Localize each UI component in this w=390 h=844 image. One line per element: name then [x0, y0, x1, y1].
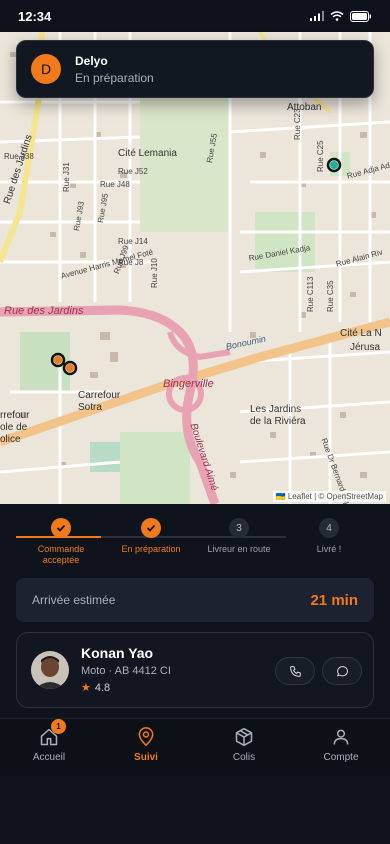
map-label-jardins-riviera: Les Jardins de la Riviéra	[250, 404, 306, 427]
star-icon: ★	[81, 682, 91, 694]
map-label-rue-j31: Rue J31	[62, 162, 71, 192]
notification-text: Delyo En préparation	[75, 54, 154, 85]
notification-badge: 1	[51, 719, 66, 734]
eta-value: 21 min	[310, 591, 358, 609]
order-notification[interactable]: D Delyo En préparation	[16, 40, 374, 98]
map-label-cite-la-n: Cité La N	[340, 328, 382, 339]
tab-label-suivi: Suivi	[134, 752, 158, 763]
step-number-3: 3	[229, 518, 249, 538]
tab-suivi[interactable]: Suivi	[111, 727, 181, 763]
wifi-icon	[330, 11, 344, 21]
home-icon: 1	[39, 719, 66, 747]
status-bar: 12:34	[0, 0, 390, 32]
location-pin-icon	[136, 727, 156, 747]
tab-label-accueil: Accueil	[32, 752, 66, 763]
step-courier-en-route: 3 Livreur en route	[194, 518, 284, 555]
driver-avatar	[31, 651, 69, 689]
map-label-rue-c23: Rue C23	[293, 108, 302, 140]
step-preparation: En préparation	[106, 518, 196, 555]
tab-label-colis: Colis	[232, 752, 256, 763]
tab-compte[interactable]: Compte	[306, 727, 376, 763]
map-label-rue-c35: Rue C35	[326, 280, 335, 312]
map-label-rue-j38: Rue J38	[4, 152, 34, 161]
tab-colis[interactable]: Colis	[209, 727, 279, 763]
step-number-4: 4	[319, 518, 339, 538]
map-label-rue-c113: Rue C113	[306, 276, 315, 312]
map-label-jerusa: Jérusa	[350, 342, 381, 353]
driver-card: Konan Yao Moto · AB 4412 CI ★ 4.8	[16, 632, 374, 708]
step-label-2: En préparation	[121, 544, 181, 554]
battery-icon	[350, 10, 371, 22]
step-delivered: 4 Livré !	[284, 518, 374, 555]
check-icon	[141, 518, 161, 538]
delivery-map[interactable]: Attoban Cité Lemania Rue des Jardins Rue…	[0, 32, 390, 504]
signal-icon	[310, 11, 324, 21]
notification-subtitle: En préparation	[75, 70, 154, 85]
order-progress-stepper: Commande acceptée En préparation 3 Livre…	[16, 518, 374, 574]
user-icon	[331, 727, 351, 747]
chat-icon	[336, 665, 348, 676]
map-label-rue-j52: Rue J52	[118, 167, 148, 176]
eta-card: Arrivée estimée 21 min	[16, 578, 374, 622]
tab-accueil[interactable]: 1 Accueil	[14, 719, 84, 763]
eta-label: Arrivée estimée	[32, 593, 116, 607]
driver-rating-value: 4.8	[94, 681, 111, 694]
call-driver-button[interactable]	[275, 657, 315, 685]
check-icon	[51, 518, 71, 538]
map-label-cite-lemania: Cité Lemania	[118, 148, 177, 159]
driver-name: Konan Yao	[81, 645, 154, 661]
map-label-rue-j10: Rue J10	[150, 258, 159, 288]
phone-icon	[289, 665, 301, 677]
map-attribution[interactable]: 🇺🇦 Leaflet | © OpenStreetMap	[272, 491, 386, 502]
map-label-rue-des-jardins-h: Rue des Jardins	[4, 305, 84, 317]
tab-label-compte: Compte	[323, 752, 359, 763]
map-label-carrefour-sotra: Carrefour Sotra	[78, 390, 121, 413]
map-label-rue-j48: Rue J48	[100, 180, 130, 189]
map-label-rue-c25: Rue C25	[316, 140, 325, 172]
package-icon	[234, 727, 254, 747]
driver-rating: ★ 4.8	[81, 681, 111, 695]
step-label-1: Commande acceptée	[37, 544, 85, 565]
map-label-carrefour-ecole: rrefour ole de olice	[0, 410, 30, 445]
message-driver-button[interactable]	[322, 657, 362, 685]
status-icons	[310, 10, 372, 22]
driver-vehicle: Moto · AB 4412 CI	[81, 665, 171, 677]
notification-title: Delyo	[75, 53, 108, 68]
step-label-4: Livré !	[316, 544, 342, 554]
step-label-3: Livreur en route	[207, 544, 271, 554]
restaurant-avatar: D	[31, 54, 61, 84]
tracking-sheet: Commande acceptée En préparation 3 Livre…	[0, 504, 390, 844]
status-time: 12:34	[18, 8, 52, 24]
step-order-accepted: Commande acceptée	[16, 518, 106, 566]
bottom-tab-bar: 1 Accueil Suivi Colis Compte	[0, 718, 390, 776]
map-label-bingerville: Bingerville	[163, 378, 214, 390]
